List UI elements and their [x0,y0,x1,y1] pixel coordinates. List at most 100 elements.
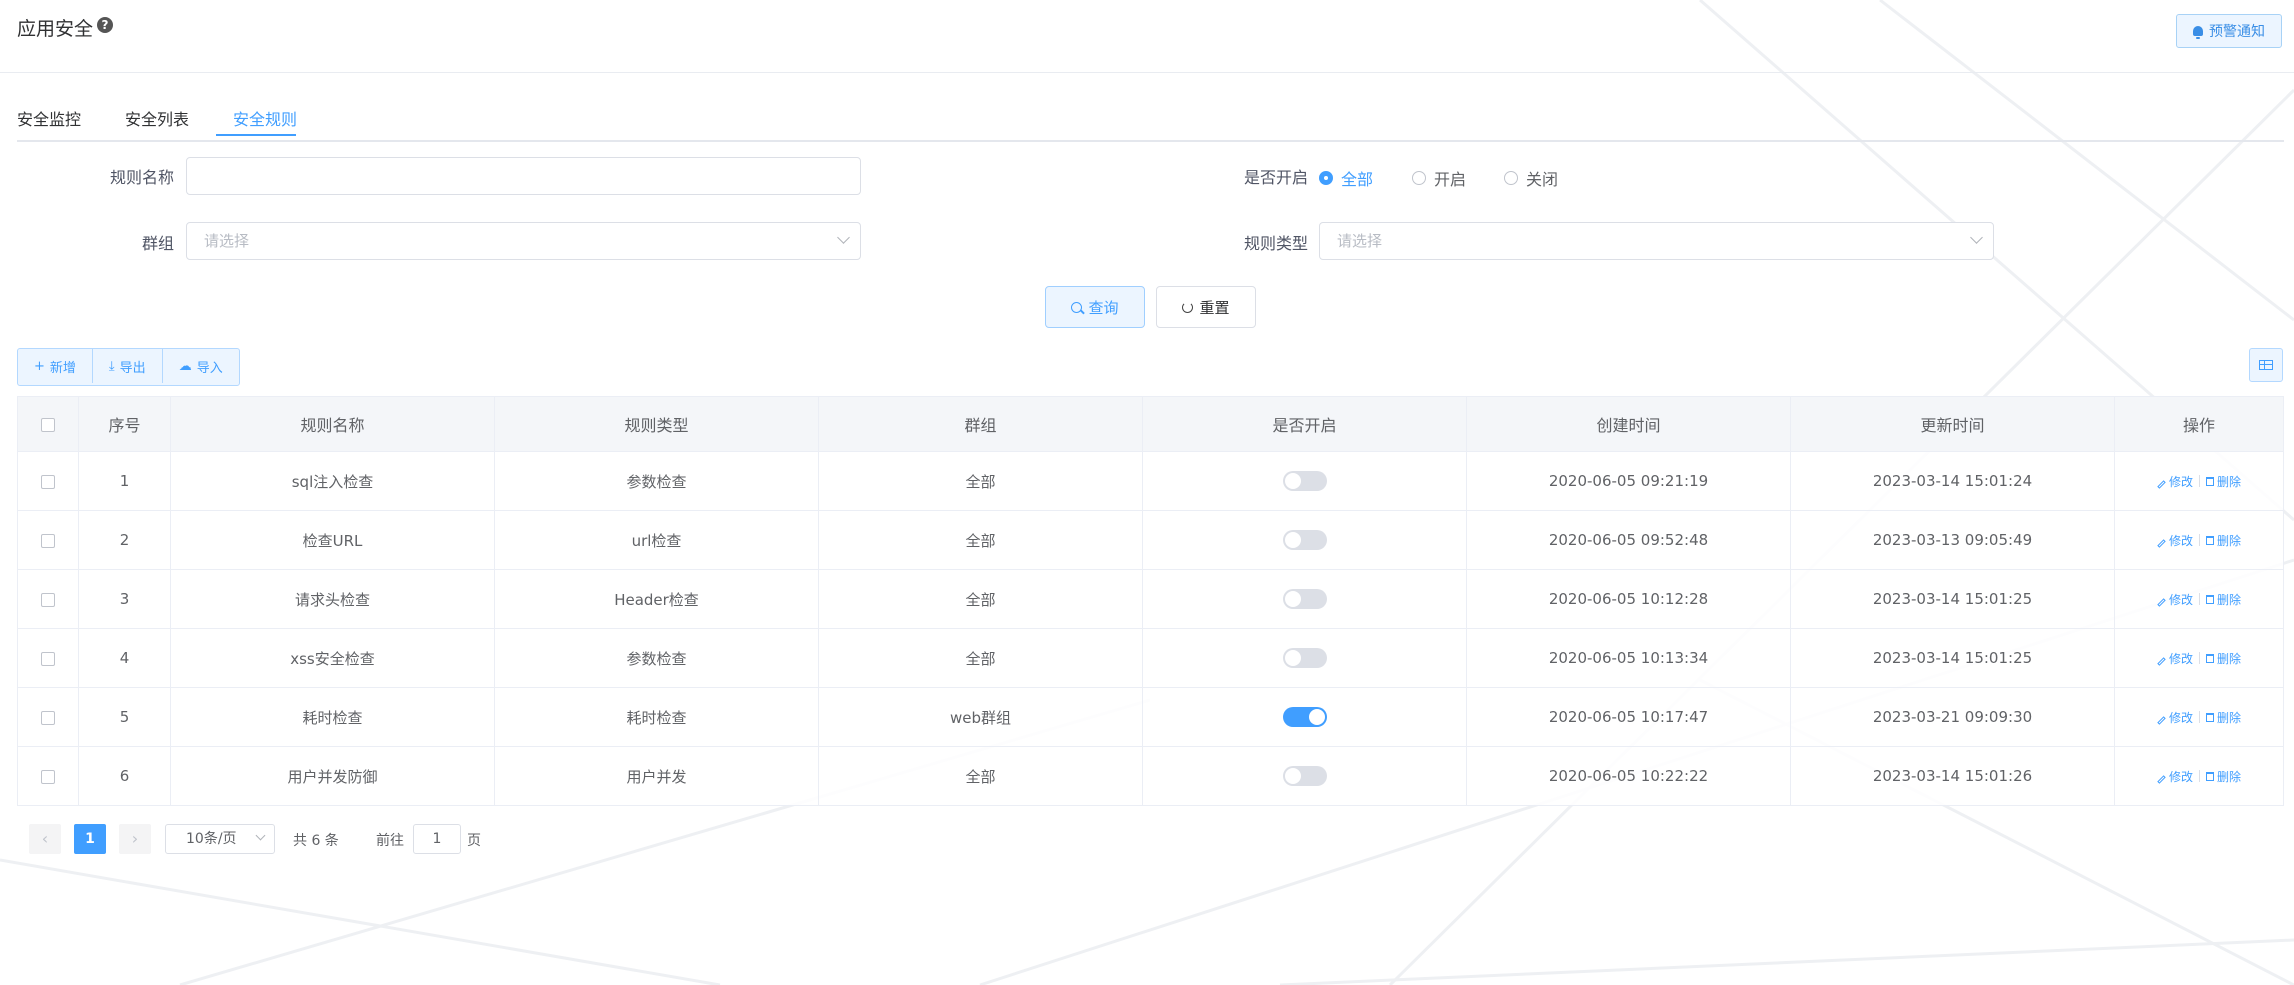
delete-link[interactable]: 删除 [2206,532,2241,549]
select-all-checkbox[interactable] [41,418,55,432]
enabled-toggle[interactable] [1282,766,1327,786]
cell-no: 1 [78,451,171,511]
cell-group: 全部 [818,451,1143,511]
row-checkbox[interactable] [41,769,55,784]
edit-label: 修改 [2168,710,2193,725]
cell-updated: 2023-03-14 15:01:26 [1790,746,2115,806]
cell-rule-type: url检查 [494,510,819,570]
cell-group: 全部 [818,628,1143,688]
bell-icon [2193,26,2203,39]
radio-label: 全部 [1341,170,1374,189]
cell-no: 2 [78,510,171,570]
delete-link[interactable]: 删除 [2206,768,2241,785]
table-row: 2 检查URL url检查 全部 2020-06-05 09:52:48 2023-03-… [17,510,2284,570]
rules-table: 序号 规则名称 规则类型 群组 是否开启 创建时间 更新时间 操作 1 sql注入… [17,396,2284,806]
add-button[interactable]: + 新增 [18,349,93,383]
help-icon[interactable]: ? [97,17,113,33]
tab-security-list[interactable]: 安全列表 [125,106,189,130]
trash-icon [2206,594,2214,604]
row-checkbox[interactable] [41,533,55,548]
cell-updated: 2023-03-21 09:09:30 [1790,687,2115,747]
cell-enabled [1142,451,1467,511]
group-placeholder: 请选择 [204,232,250,250]
refresh-icon [1182,301,1194,313]
enabled-toggle[interactable] [1282,648,1327,668]
edit-link[interactable]: 修改 [2157,532,2193,549]
cell-group: 全部 [818,569,1143,629]
column-header: 群组 [818,396,1143,452]
edit-label: 修改 [2168,769,2193,784]
delete-link[interactable]: 删除 [2206,650,2241,667]
edit-link[interactable]: 修改 [2157,768,2193,785]
delete-link[interactable]: 删除 [2206,591,2241,608]
chevron-down-icon [837,231,850,244]
goto-page-input[interactable]: 1 [413,824,461,854]
edit-link[interactable]: 修改 [2157,709,2193,726]
trash-icon [2206,712,2214,722]
query-button[interactable]: 查询 [1045,286,1145,328]
cell-actions: 修改 删除 [2114,628,2284,688]
radio-dot-icon [1412,171,1426,185]
radio-enabled-off[interactable]: 关闭 [1504,166,1558,190]
row-checkbox[interactable] [41,651,55,666]
row-select-cell [17,628,79,688]
page-number-button[interactable]: 1 [74,824,106,854]
cell-created: 2020-06-05 10:17:47 [1466,687,1791,747]
radio-enabled-all[interactable]: 全部 [1319,166,1373,190]
edit-icon [2157,479,2166,489]
trash-icon [2206,535,2214,545]
cell-created: 2020-06-05 09:52:48 [1466,510,1791,570]
cell-no: 6 [78,746,171,806]
divider [2199,593,2200,605]
cell-created: 2020-06-05 10:22:22 [1466,746,1791,806]
edit-link[interactable]: 修改 [2157,473,2193,490]
prev-page-button[interactable]: ‹ [29,824,61,854]
cell-rule-name: 请求头检查 [170,569,495,629]
tab-security-rules[interactable]: 安全规则 [233,106,297,130]
row-select-cell [17,510,79,570]
reset-button-label: 重置 [1199,298,1230,317]
edit-link[interactable]: 修改 [2157,650,2193,667]
reset-button[interactable]: 重置 [1156,286,1256,328]
enabled-toggle[interactable] [1282,707,1327,727]
row-checkbox[interactable] [41,710,55,725]
cell-actions: 修改 删除 [2114,687,2284,747]
delete-link[interactable]: 删除 [2206,473,2241,490]
cell-updated: 2023-03-14 15:01:24 [1790,451,2115,511]
group-label: 群组 [141,234,174,253]
export-button[interactable]: ⤓ 导出 [93,349,163,383]
column-settings-button[interactable] [2249,348,2283,382]
rule-name-label: 规则名称 [109,168,174,187]
cell-rule-name: 检查URL [170,510,495,570]
group-select[interactable]: 请选择 [186,222,861,260]
alert-button-label: 预警通知 [2209,24,2265,40]
page-size-select[interactable]: 10条/页 [165,824,275,854]
import-button[interactable]: ☁ 导入 [163,349,239,383]
row-checkbox[interactable] [41,592,55,607]
enabled-toggle[interactable] [1282,589,1327,609]
column-header: 规则类型 [494,396,819,452]
cell-created: 2020-06-05 10:13:34 [1466,628,1791,688]
total-count: 共 6 条 [293,833,339,849]
alert-notification-button[interactable]: 预警通知 [2176,14,2282,48]
row-checkbox[interactable] [41,474,55,489]
delete-link[interactable]: 删除 [2206,709,2241,726]
tab-security-monitor[interactable]: 安全监控 [17,106,81,130]
cell-updated: 2023-03-14 15:01:25 [1790,569,2115,629]
enabled-toggle[interactable] [1282,471,1327,491]
rule-type-select[interactable]: 请选择 [1319,222,1994,260]
rule-name-input[interactable] [186,157,861,195]
cell-no: 3 [78,569,171,629]
plus-icon: + [34,358,45,374]
table-icon [2259,360,2273,370]
cell-enabled [1142,569,1467,629]
row-actions: 修改 删除 [2115,709,2283,726]
table-row: 6 用户并发防御 用户并发 全部 2020-06-05 10:22:22 2023-03-… [17,746,2284,806]
radio-enabled-on[interactable]: 开启 [1412,166,1466,190]
enabled-toggle[interactable] [1282,530,1327,550]
table-row: 4 xss安全检查 参数检查 全部 2020-06-05 10:13:34 2023-03… [17,628,2284,688]
next-page-button[interactable]: › [119,824,151,854]
goto-prefix: 前往 [376,833,404,849]
select-all-cell [17,396,79,452]
edit-link[interactable]: 修改 [2157,591,2193,608]
